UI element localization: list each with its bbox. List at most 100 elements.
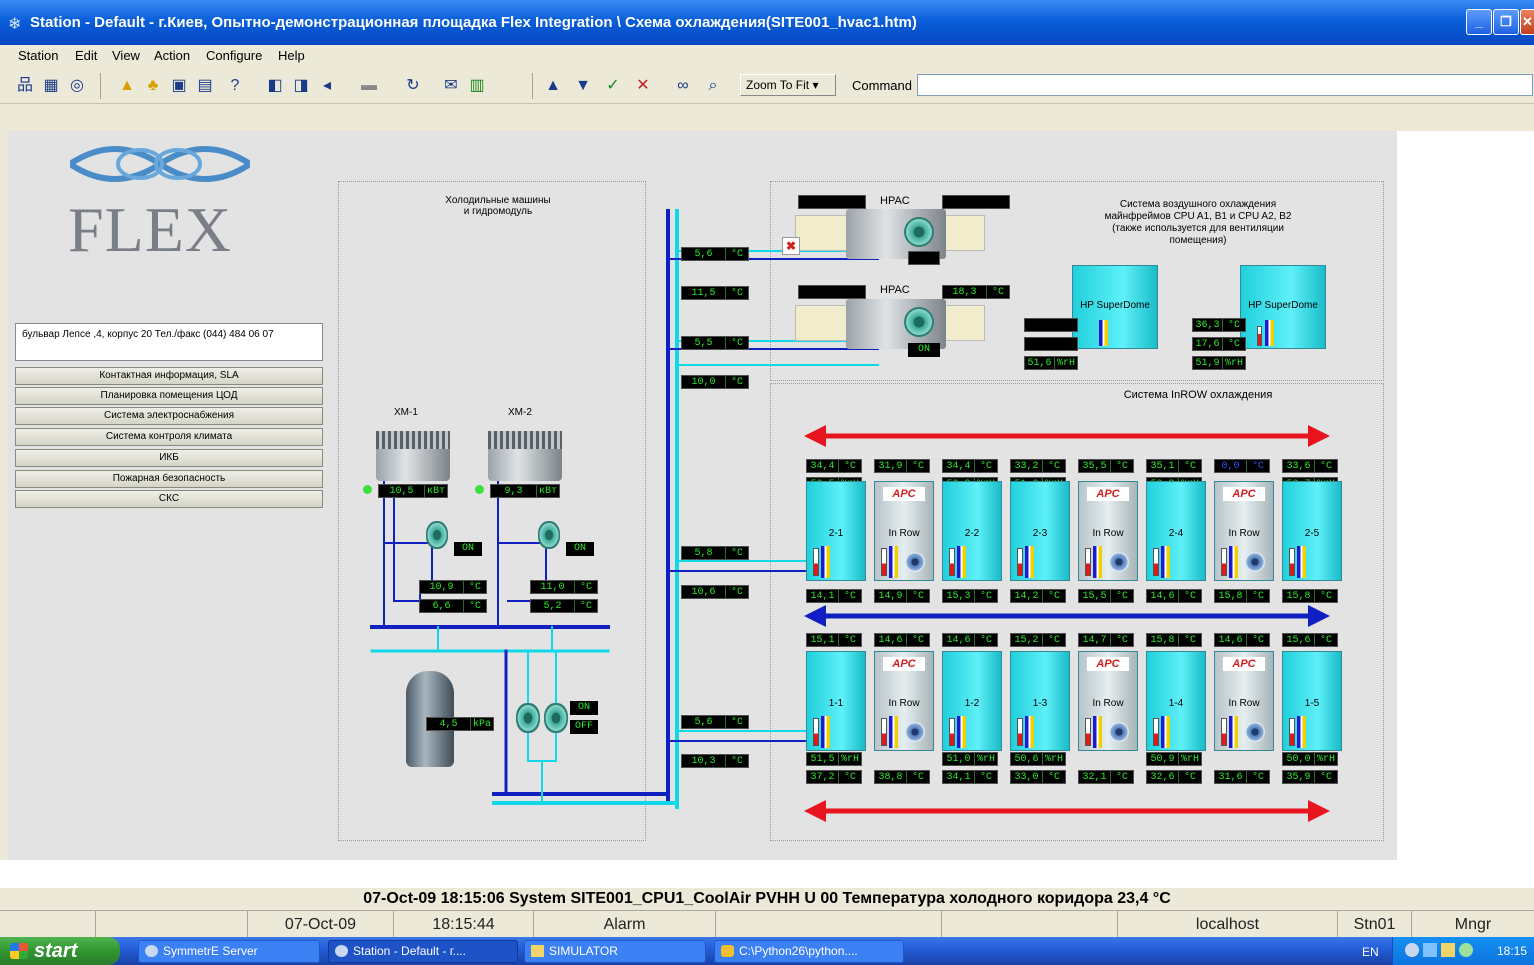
rack-row2-4[interactable]: APC In Row — [1078, 481, 1138, 581]
history-icon[interactable]: ◂ — [316, 75, 338, 97]
arrow-down-icon[interactable]: ▼ — [572, 75, 594, 97]
rack-row1-4[interactable]: APC In Row — [1078, 651, 1138, 751]
rack-row1-6[interactable]: APC In Row — [1214, 651, 1274, 751]
tray-symmetre-icon[interactable] — [1405, 943, 1419, 957]
windows-logo-icon — [10, 943, 28, 959]
menu-action[interactable]: Action — [154, 48, 190, 63]
check-icon[interactable]: ✓ — [602, 75, 624, 97]
circ-pump-2-icon[interactable] — [544, 703, 568, 733]
alarm-ack-icon[interactable]: ♣ — [142, 75, 164, 97]
apc-logo: APC — [1223, 487, 1265, 501]
rack-row2-5[interactable]: 2-4 — [1146, 481, 1206, 581]
superdome-2[interactable]: HP SuperDome — [1240, 265, 1326, 349]
rack-row1-5[interactable]: 1-4 — [1146, 651, 1206, 751]
riser-temp-6: 10,6 °C — [681, 585, 749, 599]
row1-top-temp-5: 15,8 °C — [1146, 633, 1202, 647]
rack-name: 1-5 — [1304, 698, 1320, 709]
level-bar-icon — [1229, 716, 1238, 748]
find-icon[interactable]: ◎ — [66, 75, 88, 97]
task-station[interactable]: Station - Default - г.... — [328, 940, 518, 963]
rack-row1-1[interactable]: APC In Row — [874, 651, 934, 751]
row2-top-temp-0: 34,4 °C — [806, 459, 862, 473]
hpac1-alarm-icon[interactable]: ✖ — [782, 237, 800, 255]
status-blank-4 — [942, 911, 1118, 938]
menu-station[interactable]: Station — [18, 48, 58, 63]
page-back-icon[interactable]: ◧ — [264, 75, 286, 97]
menu-edit[interactable]: Edit — [75, 48, 97, 63]
row1-top-temp-6: 14,6 °C — [1214, 633, 1270, 647]
tray-app-icon[interactable] — [1441, 943, 1455, 957]
language-indicator[interactable]: EN — [1362, 945, 1379, 959]
xm2-pump-icon[interactable] — [538, 521, 560, 549]
zoom-select[interactable]: Zoom To Fit ▾ — [740, 74, 836, 96]
folder-icon[interactable]: ▬ — [358, 75, 380, 97]
rack-row2-0[interactable]: 2-1 — [806, 481, 866, 581]
event-icon[interactable]: ▣ — [168, 75, 190, 97]
rack-row2-6[interactable]: APC In Row — [1214, 481, 1274, 581]
riser-temp-2: 11,5 °C — [681, 286, 749, 300]
glasses-icon[interactable]: ∞ — [672, 75, 694, 97]
chiller-xm2[interactable] — [488, 431, 562, 481]
rack-row1-2[interactable]: 1-2 — [942, 651, 1002, 751]
trend-icon[interactable]: ▥ — [466, 75, 488, 97]
row2-top-temp-5: 35,1 °C — [1146, 459, 1202, 473]
circ-pump-1-icon[interactable] — [516, 703, 540, 733]
riser-temp-3: 5,5 °C — [681, 336, 749, 350]
maximize-button[interactable]: ❐ — [1493, 9, 1519, 35]
row1-top-temp-2: 14,6 °C — [942, 633, 998, 647]
tray-network-icon[interactable] — [1423, 943, 1437, 957]
apc-logo: APC — [1223, 657, 1265, 671]
page-up-icon[interactable]: ◨ — [290, 75, 312, 97]
close-button[interactable]: ✕ — [1520, 9, 1534, 35]
cancel-icon[interactable]: ✕ — [632, 75, 654, 97]
rack-row1-7[interactable]: 1-5 — [1282, 651, 1342, 751]
alarm-message[interactable]: 07-Oct-09 18:15:06 System SITE001_CPU1_C… — [0, 888, 1534, 910]
fan-icon — [1109, 722, 1129, 742]
rack-row1-3[interactable]: 1-3 — [1010, 651, 1070, 751]
network-icon[interactable]: 品 — [14, 75, 36, 97]
rack-name: 1-1 — [828, 698, 844, 709]
sd1-display-1 — [1024, 318, 1078, 332]
grid-icon[interactable]: ▦ — [40, 75, 62, 97]
chiller-xm1[interactable] — [376, 431, 450, 481]
mail-icon[interactable]: ✉ — [440, 75, 462, 97]
task-python[interactable]: C:\Python26\python.... — [714, 940, 904, 963]
status-date: 07-Oct-09 — [248, 911, 394, 938]
rack-row2-7[interactable]: 2-5 — [1282, 481, 1342, 581]
riser-temp-5: 5,8 °C — [681, 546, 749, 560]
hpac1-display-right — [942, 195, 1010, 209]
rack-name: In Row — [888, 528, 920, 539]
menu-view[interactable]: View — [112, 48, 140, 63]
command-input[interactable] — [917, 74, 1533, 96]
task-symmetre-server[interactable]: SymmetrE Server — [138, 940, 320, 963]
xm1-pump-icon[interactable] — [426, 521, 448, 549]
rack-row1-0[interactable]: 1-1 — [806, 651, 866, 751]
tray-update-icon[interactable] — [1459, 943, 1473, 957]
row1-top-temp-0: 15,1 °C — [806, 633, 862, 647]
thermometer-icon — [1085, 548, 1091, 576]
task-simulator[interactable]: SIMULATOR — [524, 940, 706, 963]
refresh-icon[interactable]: ↻ — [402, 75, 424, 97]
rack-row2-2[interactable]: 2-2 — [942, 481, 1002, 581]
thermometer-icon — [1017, 718, 1023, 746]
rack-row2-3[interactable]: 2-3 — [1010, 481, 1070, 581]
rack-name: In Row — [1228, 528, 1260, 539]
zoom-icon[interactable]: ⌕ — [702, 75, 724, 97]
system-tray: 18:15 — [1392, 937, 1534, 965]
arrow-up-icon[interactable]: ▲ — [542, 75, 564, 97]
report-icon[interactable]: ▤ — [194, 75, 216, 97]
row1-top-temp-4: 14,7 °C — [1078, 633, 1134, 647]
superdome-1[interactable]: HP SuperDome — [1072, 265, 1158, 349]
rack-name: In Row — [1092, 528, 1124, 539]
thermometer-icon — [1017, 548, 1023, 576]
title-bar[interactable]: ❄ Station - Default - г.Киев, Опытно-дем… — [0, 0, 1534, 45]
apc-logo: APC — [1087, 487, 1129, 501]
alarm-bell-icon[interactable]: ▲ — [116, 75, 138, 97]
start-button[interactable]: start — [0, 937, 120, 965]
menu-help[interactable]: Help — [278, 48, 305, 63]
menu-configure[interactable]: Configure — [206, 48, 262, 63]
help-icon[interactable]: ? — [224, 75, 246, 97]
folder-icon — [531, 945, 544, 957]
minimize-button[interactable]: _ — [1466, 9, 1492, 35]
rack-row2-1[interactable]: APC In Row — [874, 481, 934, 581]
